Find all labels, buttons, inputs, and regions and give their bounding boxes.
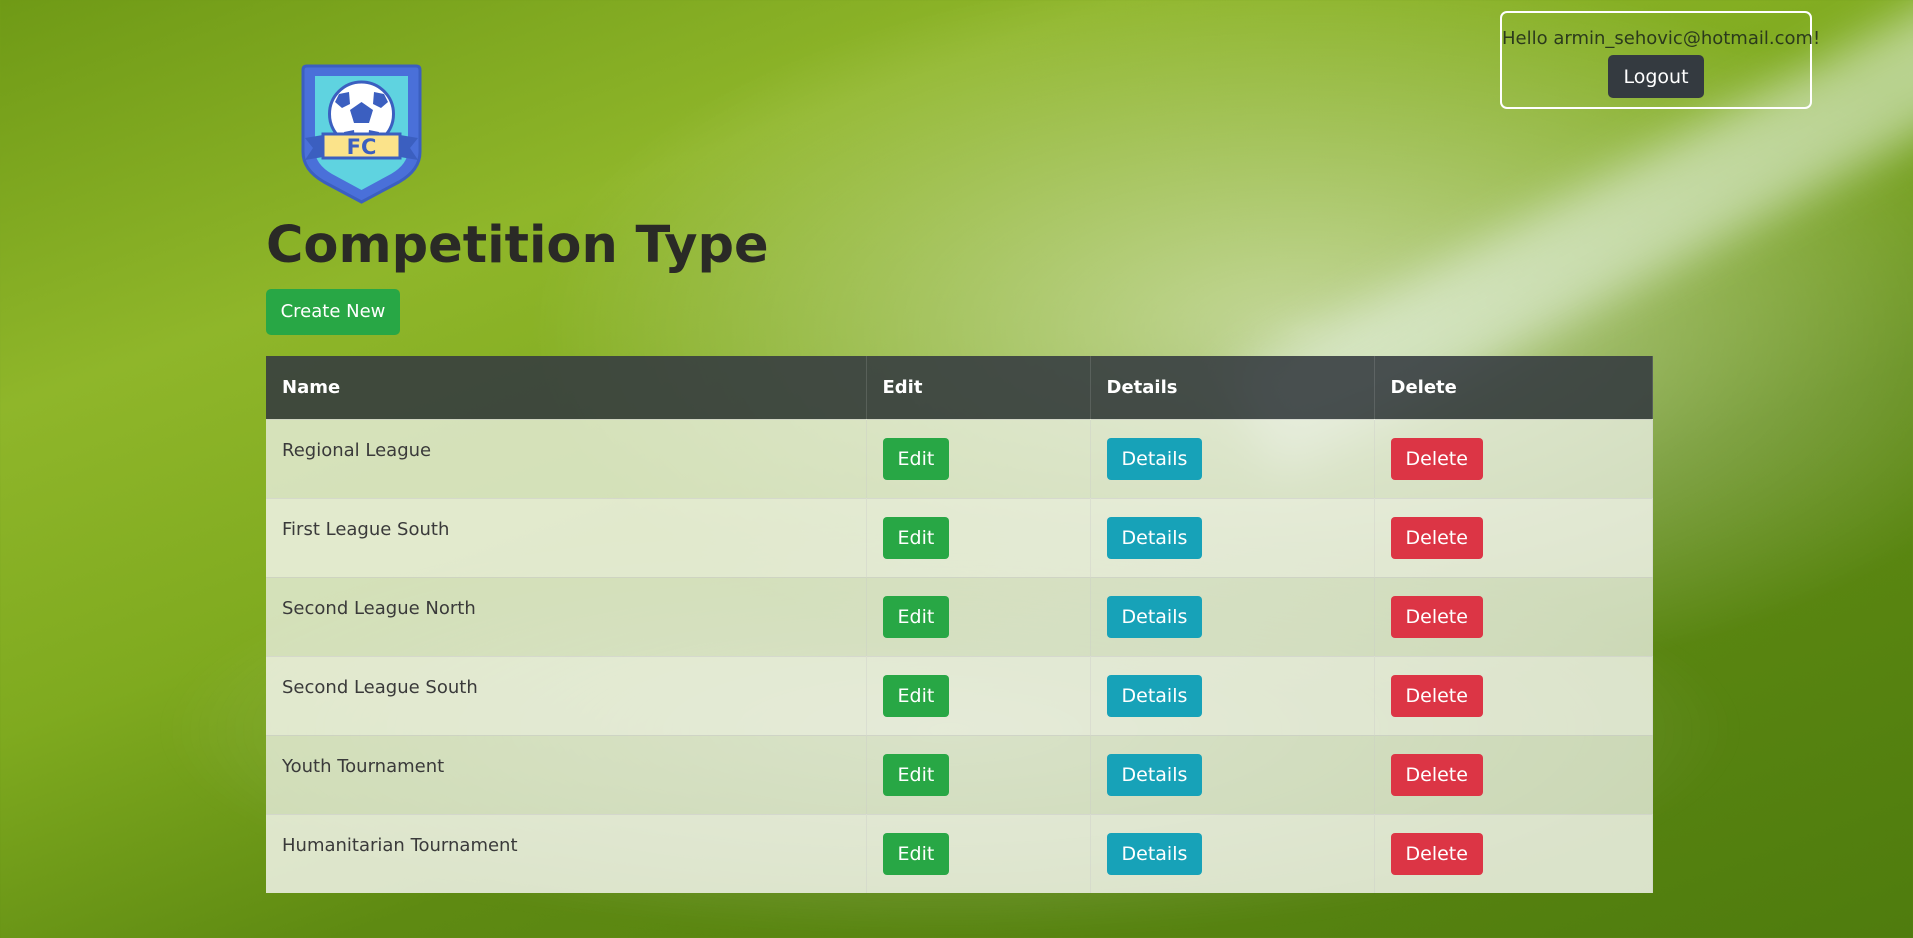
edit-button[interactable]: Edit — [882, 753, 950, 796]
delete-button[interactable]: Delete — [1390, 753, 1483, 796]
header-name: Name — [266, 356, 867, 419]
table-row: Humanitarian Tournament Edit Details Del… — [266, 813, 1653, 893]
table-row: First League South Edit Details Delete — [266, 497, 1653, 577]
details-button[interactable]: Details — [1106, 595, 1203, 638]
row-name: Humanitarian Tournament — [266, 813, 867, 893]
details-button[interactable]: Details — [1106, 753, 1203, 796]
details-button[interactable]: Details — [1106, 516, 1203, 559]
page-title: Competition Type — [266, 216, 769, 275]
details-button[interactable]: Details — [1106, 832, 1203, 875]
delete-button[interactable]: Delete — [1390, 832, 1483, 875]
edit-button[interactable]: Edit — [882, 832, 950, 875]
row-name: Youth Tournament — [266, 734, 867, 814]
delete-button[interactable]: Delete — [1390, 595, 1483, 638]
details-button[interactable]: Details — [1106, 674, 1203, 717]
edit-button[interactable]: Edit — [882, 595, 950, 638]
delete-button[interactable]: Delete — [1390, 516, 1483, 559]
edit-button[interactable]: Edit — [882, 674, 950, 717]
header-delete: Delete — [1374, 356, 1653, 419]
table-row: Second League South Edit Details Delete — [266, 655, 1653, 735]
create-new-button[interactable]: Create New — [266, 289, 400, 335]
row-name: First League South — [266, 497, 867, 577]
row-name: Second League North — [266, 576, 867, 656]
edit-button[interactable]: Edit — [882, 437, 950, 480]
header-details: Details — [1090, 356, 1375, 419]
table-header-row: Name Edit Details Delete — [266, 356, 1653, 419]
row-name: Second League South — [266, 655, 867, 735]
user-box: Hello armin_sehovic@hotmail.com! Logout — [1500, 11, 1821, 109]
table-row: Regional League Edit Details Delete — [266, 418, 1653, 498]
row-name: Regional League — [266, 418, 867, 498]
header-edit: Edit — [866, 356, 1091, 419]
table-row: Youth Tournament Edit Details Delete — [266, 734, 1653, 814]
logo-text: FC — [347, 135, 377, 159]
table-row: Second League North Edit Details Delete — [266, 576, 1653, 656]
logout-button[interactable]: Logout — [1608, 55, 1704, 98]
user-greeting: Hello armin_sehovic@hotmail.com! — [1502, 28, 1821, 49]
delete-button[interactable]: Delete — [1390, 437, 1483, 480]
club-logo-icon[interactable]: FC — [299, 60, 424, 205]
delete-button[interactable]: Delete — [1390, 674, 1483, 717]
edit-button[interactable]: Edit — [882, 516, 950, 559]
details-button[interactable]: Details — [1106, 437, 1203, 480]
competition-type-table: Name Edit Details Delete Regional League… — [266, 356, 1653, 893]
